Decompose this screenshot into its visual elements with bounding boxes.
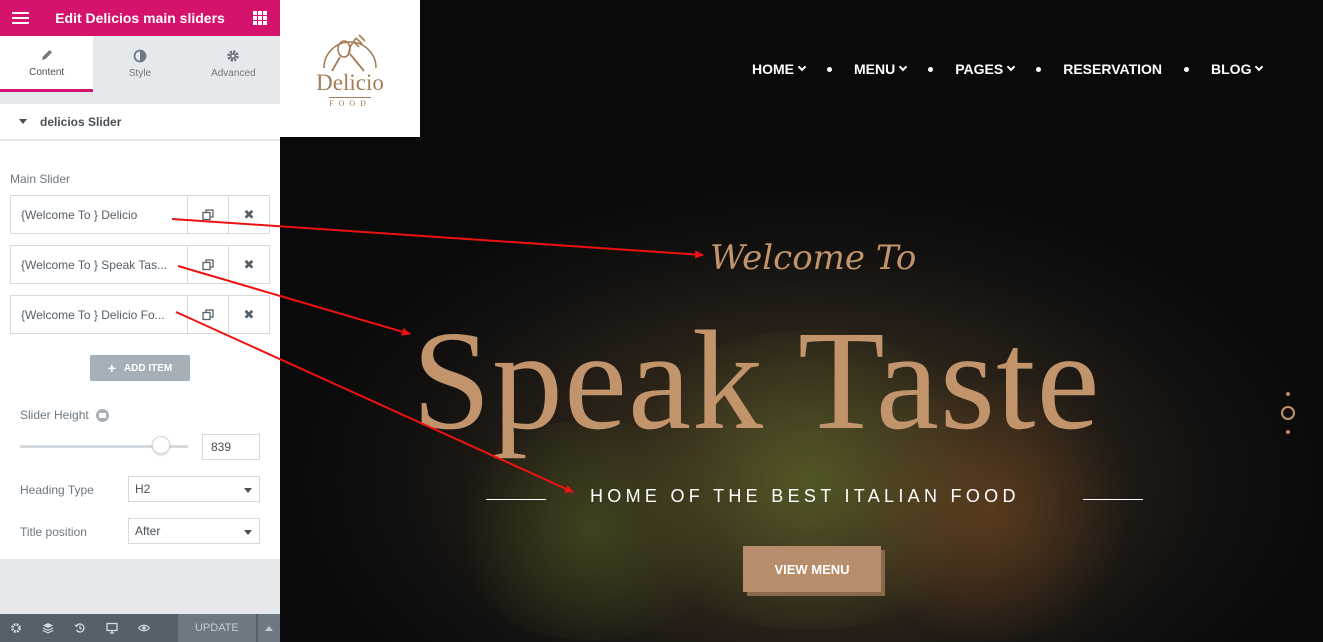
remove-icon[interactable]: ✖ <box>228 296 269 333</box>
logo-subtitle: FOOD <box>329 96 371 108</box>
slide-title: Speak Taste <box>412 301 1101 459</box>
section-content: Main Slider {Welcome To } Delicio ✖ {Wel… <box>0 141 280 559</box>
nav-separator-dot <box>827 66 832 72</box>
chef-cloche-icon <box>323 33 377 72</box>
responsive-monitor-icon[interactable] <box>96 614 128 642</box>
chevron-down-icon <box>1006 62 1016 72</box>
caret-down-icon <box>19 119 27 124</box>
section-header-delicios-slider[interactable]: delicios Slider <box>0 104 280 140</box>
contrast-icon <box>133 49 147 63</box>
nav-blog-label: BLOG <box>1211 61 1252 77</box>
slide-welcome-text: Welcome To <box>710 238 917 278</box>
section-title: delicios Slider <box>40 114 122 129</box>
view-menu-button[interactable]: VIEW MENU <box>743 546 881 592</box>
panel-header: Edit Delicios main sliders <box>0 0 280 36</box>
nav-item-reservation[interactable]: RESERVATION <box>1063 61 1162 77</box>
title-position-value: After <box>135 524 161 538</box>
nav-item-pages[interactable]: PAGES <box>955 61 1016 77</box>
chevron-down-icon <box>1255 62 1264 72</box>
history-icon[interactable] <box>64 614 96 642</box>
panel-footer: UPDATE <box>0 614 280 642</box>
title-position-label: Title position <box>20 525 87 539</box>
panel-title: Edit Delicios main sliders <box>55 10 225 26</box>
pencil-icon <box>41 49 52 60</box>
slider-dot[interactable] <box>1286 430 1290 434</box>
duplicate-icon[interactable] <box>187 296 228 333</box>
slide-subtitle-row: HOME OF THE BEST ITALIAN FOOD <box>280 486 1323 510</box>
responsive-monitor-icon[interactable] <box>96 409 110 423</box>
slider-dot[interactable] <box>1286 392 1290 396</box>
tab-content[interactable]: Content <box>0 36 94 92</box>
repeater-item[interactable]: {Welcome To } Speak Tas... ✖ <box>10 245 270 284</box>
site-logo[interactable]: Delicio FOOD <box>280 0 420 137</box>
chevron-down-icon <box>898 62 908 72</box>
tab-advanced[interactable]: Advanced <box>186 36 280 92</box>
nav-item-blog[interactable]: BLOG <box>1211 61 1264 77</box>
tab-style[interactable]: Style <box>93 36 187 92</box>
editor-panel: Edit Delicios main sliders Content Style… <box>0 0 280 642</box>
update-button[interactable]: UPDATE <box>178 614 256 642</box>
subtitle-divider-line <box>486 499 546 500</box>
slider-height-input[interactable]: 839 <box>202 434 260 460</box>
slider-height-label: Slider Height <box>20 408 89 422</box>
preview-eye-icon[interactable] <box>128 614 160 642</box>
nav-separator-dot <box>928 66 934 72</box>
nav-reservation-label: RESERVATION <box>1063 61 1163 77</box>
repeater-item[interactable]: {Welcome To } Delicio ✖ <box>10 195 270 234</box>
remove-icon[interactable]: ✖ <box>228 196 269 233</box>
main-navigation: HOME MENU PAGES RESERVATION BLOG <box>752 61 1264 77</box>
heading-type-select[interactable]: H2 <box>128 476 260 502</box>
slider-pagination <box>1281 392 1295 434</box>
gear-icon <box>227 50 240 62</box>
logo-name: Delicio <box>316 69 384 95</box>
update-options-caret-icon[interactable] <box>256 614 280 642</box>
repeater-item-title[interactable]: {Welcome To } Delicio <box>11 196 187 233</box>
repeater-item-title[interactable]: {Welcome To } Speak Tas... <box>11 246 187 283</box>
add-item-button[interactable]: + ADD ITEM <box>90 355 190 381</box>
repeater-item[interactable]: {Welcome To } Delicio Fo... ✖ <box>10 295 270 334</box>
repeater-item-title[interactable]: {Welcome To } Delicio Fo... <box>11 296 187 333</box>
tab-advanced-label: Advanced <box>211 68 256 79</box>
duplicate-icon[interactable] <box>187 246 228 283</box>
nav-separator-dot <box>1184 66 1190 72</box>
plus-icon: + <box>107 360 116 376</box>
subtitle-divider-line <box>1083 499 1143 500</box>
main-slider-label: Main Slider <box>10 172 71 186</box>
nav-item-home[interactable]: HOME <box>752 61 807 77</box>
nav-item-menu[interactable]: MENU <box>854 61 908 77</box>
tab-content-label: Content <box>29 66 65 78</box>
widgets-grid-icon[interactable] <box>240 0 280 36</box>
remove-icon[interactable]: ✖ <box>228 246 269 283</box>
settings-gear-icon[interactable] <box>0 614 32 642</box>
panel-tabs: Content Style Advanced <box>0 36 280 92</box>
slider-height-handle[interactable] <box>152 436 170 454</box>
hamburger-menu-icon[interactable] <box>0 0 40 36</box>
chevron-down-icon <box>797 62 807 72</box>
site-preview: Delicio FOOD HOME MENU PAGES RESERVATION… <box>280 0 1323 642</box>
slide-subtitle: HOME OF THE BEST ITALIAN FOOD <box>590 486 1020 506</box>
navigator-layers-icon[interactable] <box>32 614 64 642</box>
duplicate-icon[interactable] <box>187 196 228 233</box>
slider-dot-active[interactable] <box>1281 406 1295 420</box>
add-item-label: ADD ITEM <box>123 362 173 374</box>
heading-type-label: Heading Type <box>20 483 94 497</box>
nav-menu-label: MENU <box>854 61 896 77</box>
title-position-select[interactable]: After <box>128 518 260 544</box>
slider-height-label-row: Slider Height <box>20 408 110 423</box>
dropdown-caret-icon <box>244 530 252 535</box>
heading-type-value: H2 <box>135 482 151 496</box>
nav-pages-label: PAGES <box>955 61 1004 77</box>
nav-home-label: HOME <box>752 61 794 77</box>
nav-separator-dot <box>1036 66 1042 72</box>
tab-style-label: Style <box>128 68 152 79</box>
dropdown-caret-icon <box>244 488 252 493</box>
